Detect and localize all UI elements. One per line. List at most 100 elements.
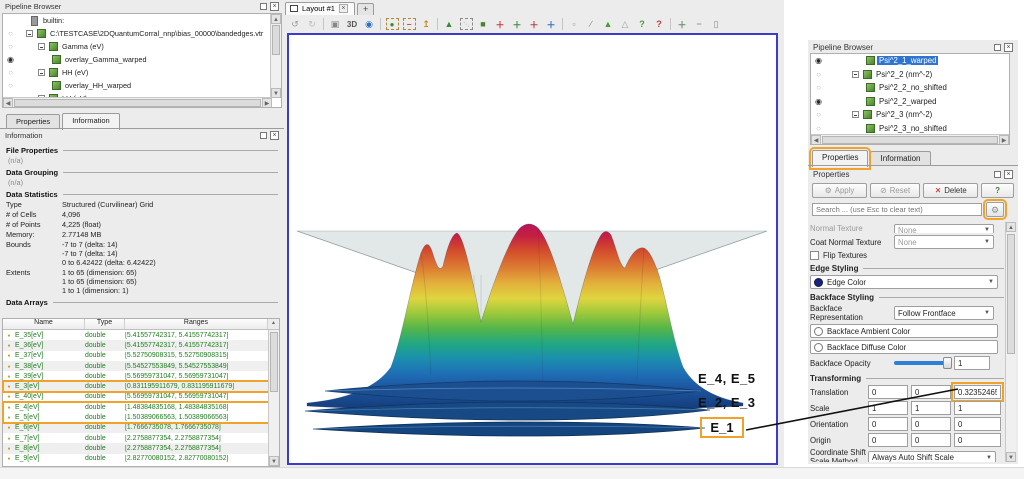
float-panel-icon[interactable]: [260, 132, 267, 139]
orientation-y-input[interactable]: [911, 417, 951, 431]
visibility-eye-icon[interactable]: [811, 83, 826, 92]
pipeline-item-psi23[interactable]: Psi^2_3 (nm^-2): [811, 108, 1009, 122]
backface-representation-select[interactable]: Follow Frontface▼: [894, 306, 994, 320]
table-row-highlighted[interactable]: E_4[eV]double[1.48384835168, 1.483848351…: [3, 402, 269, 412]
scroll-up-icon[interactable]: ▲: [271, 14, 281, 24]
visibility-eye-icon[interactable]: [811, 97, 826, 106]
layout-tab[interactable]: Layout #1 ×: [285, 2, 355, 15]
capture-screenshot-icon[interactable]: ▣: [327, 17, 343, 32]
float-panel-icon[interactable]: [994, 44, 1001, 51]
tree-horizontal-scrollbar[interactable]: ◀ ▶: [811, 134, 1009, 144]
remove-view-icon[interactable]: −: [691, 17, 707, 32]
float-panel-icon[interactable]: [260, 3, 267, 10]
collapse-expander-icon[interactable]: [38, 69, 45, 76]
ruler-icon[interactable]: ∕: [583, 17, 599, 32]
set-view-plus-y-icon[interactable]: ＋: [526, 17, 542, 32]
coat-normal-texture-select[interactable]: None▼: [894, 235, 994, 249]
table-row[interactable]: E_38[eV]double[5.54527553849, 5.54527553…: [3, 361, 269, 371]
delete-view-trash-icon[interactable]: ▯: [708, 17, 724, 32]
scroll-left-icon[interactable]: ◀: [3, 98, 13, 108]
backface-diffuse-color-button[interactable]: Backface Diffuse Color: [810, 340, 998, 354]
set-view-minus-x-icon[interactable]: ＋: [509, 17, 525, 32]
collapse-expander-icon[interactable]: [38, 43, 45, 50]
add-view-icon[interactable]: ＋: [674, 17, 690, 32]
collapse-expander-icon[interactable]: [26, 30, 33, 37]
close-panel-icon[interactable]: ×: [270, 2, 279, 11]
scroll-right-icon[interactable]: ▶: [262, 98, 272, 108]
scroll-right-icon[interactable]: ▶: [999, 135, 1009, 145]
origin-x-input[interactable]: [868, 433, 908, 447]
apply-button[interactable]: ⚙ Apply: [812, 183, 867, 198]
properties-vertical-scrollbar[interactable]: ▲ ▼: [1005, 222, 1016, 462]
normal-texture-select[interactable]: None▼: [894, 224, 994, 233]
flip-textures-checkbox[interactable]: [810, 251, 819, 260]
column-ranges[interactable]: Ranges: [125, 319, 268, 329]
zoom-to-box-icon[interactable]: ⋱: [458, 17, 474, 32]
reset-button[interactable]: ⊘ Reset: [870, 183, 920, 198]
orientation-x-input[interactable]: [868, 417, 908, 431]
scale-y-input[interactable]: [911, 401, 951, 415]
table-row-highlighted[interactable]: E_3[eV]double[0.831195911679, 0.83119591…: [3, 381, 269, 391]
origin-z-input[interactable]: [954, 433, 1001, 447]
translation-x-input[interactable]: [868, 385, 908, 399]
tab-properties[interactable]: Properties: [6, 114, 60, 129]
pipeline-item-bandedges[interactable]: C:\TESTCASE\2DQuantumCorral_nnp\bias_000…: [3, 27, 281, 40]
scroll-up-icon[interactable]: ▲: [268, 319, 279, 329]
selection-help-icon[interactable]: ?: [634, 17, 650, 32]
coordinate-shift-select[interactable]: Always Auto Shift Scale▼: [868, 451, 996, 462]
pipeline-item-psi21-warped[interactable]: Psi^2_1_warped: [811, 54, 1009, 68]
table-row[interactable]: E_8[eV]double[2.2758877354, 2.2758877354…: [3, 443, 269, 453]
pipeline-item-psi22-warped[interactable]: Psi^2_2_warped: [811, 95, 1009, 109]
new-layout-tab[interactable]: +: [357, 3, 374, 15]
set-view-minus-y-icon[interactable]: ＋: [543, 17, 559, 32]
hide-center-icon[interactable]: −: [401, 17, 417, 32]
visibility-eye-icon[interactable]: [811, 70, 826, 79]
backface-ambient-color-button[interactable]: Backface Ambient Color: [810, 324, 998, 338]
reset-camera-icon[interactable]: ■: [475, 17, 491, 32]
edge-color-select[interactable]: Edge Color▼: [810, 275, 998, 289]
origin-y-input[interactable]: [911, 433, 951, 447]
table-row[interactable]: E_6[eV]double[1.7666735078, 1.7666735078…: [3, 423, 269, 433]
pick-center-icon[interactable]: ▲: [441, 17, 457, 32]
close-layout-icon[interactable]: ×: [339, 4, 348, 13]
delete-button[interactable]: ✕ Delete: [923, 183, 978, 198]
probe-triangle-icon[interactable]: ▲: [600, 17, 616, 32]
visibility-eye-icon[interactable]: [3, 81, 18, 90]
hover-points-icon[interactable]: △: [617, 17, 633, 32]
reset-center-icon[interactable]: ↥: [418, 17, 434, 32]
visibility-eye-icon[interactable]: [811, 56, 826, 65]
table-row[interactable]: E_40[eV]double[5.56959731047, 5.56959731…: [3, 392, 269, 402]
pipeline-item-psi23-no-shifted[interactable]: Psi^2_3_no_shifted: [811, 122, 1009, 136]
pipeline-item-builtin[interactable]: builtin:: [3, 14, 281, 27]
scale-z-input[interactable]: [954, 401, 1001, 415]
point-help-icon[interactable]: ?: [651, 17, 667, 32]
collapse-expander-icon[interactable]: [852, 111, 859, 118]
undo-camera-icon[interactable]: ↺: [287, 17, 303, 32]
tab-information[interactable]: Information: [870, 151, 930, 166]
pipeline-item-gamma[interactable]: Gamma (eV): [3, 40, 281, 53]
table-row[interactable]: E_39[eV]double[5.56959731047, 5.56959731…: [3, 371, 269, 381]
tree-horizontal-scrollbar[interactable]: ◀ ▶: [3, 97, 272, 107]
rotate-camera-icon[interactable]: ▫: [566, 17, 582, 32]
table-row[interactable]: E_9[eV]double[2.82770080152, 2.827700801…: [3, 454, 269, 464]
visibility-eye-icon[interactable]: [3, 29, 18, 38]
translation-y-input[interactable]: [911, 385, 951, 399]
close-panel-icon[interactable]: ×: [1004, 170, 1013, 179]
pipeline-item-psi22-no-shifted[interactable]: Psi^2_2_no_shifted: [811, 81, 1009, 95]
slider-knob[interactable]: [943, 357, 952, 369]
table-row[interactable]: E_37[eV]double[5.52750908315, 5.52750908…: [3, 351, 269, 361]
close-panel-icon[interactable]: ×: [270, 131, 279, 140]
close-panel-icon[interactable]: ×: [1004, 43, 1013, 52]
scroll-down-icon[interactable]: ▼: [1006, 452, 1016, 462]
help-button[interactable]: ?: [981, 183, 1014, 198]
float-panel-icon[interactable]: [994, 171, 1001, 178]
opacity-input[interactable]: [954, 356, 990, 370]
scroll-down-icon[interactable]: ▼: [271, 88, 281, 98]
scroll-up-icon[interactable]: ▲: [1006, 222, 1016, 232]
pipeline-item-psi22[interactable]: Psi^2_2 (nm^-2): [811, 68, 1009, 82]
pipeline-item-overlay-hh-warped[interactable]: overlay_HH_warped: [3, 79, 281, 92]
table-vertical-scrollbar[interactable]: ▼: [268, 330, 279, 466]
translation-z-input[interactable]: [954, 385, 1001, 399]
orientation-z-input[interactable]: [954, 417, 1001, 431]
pipeline-item-hh[interactable]: HH (eV): [3, 66, 281, 79]
